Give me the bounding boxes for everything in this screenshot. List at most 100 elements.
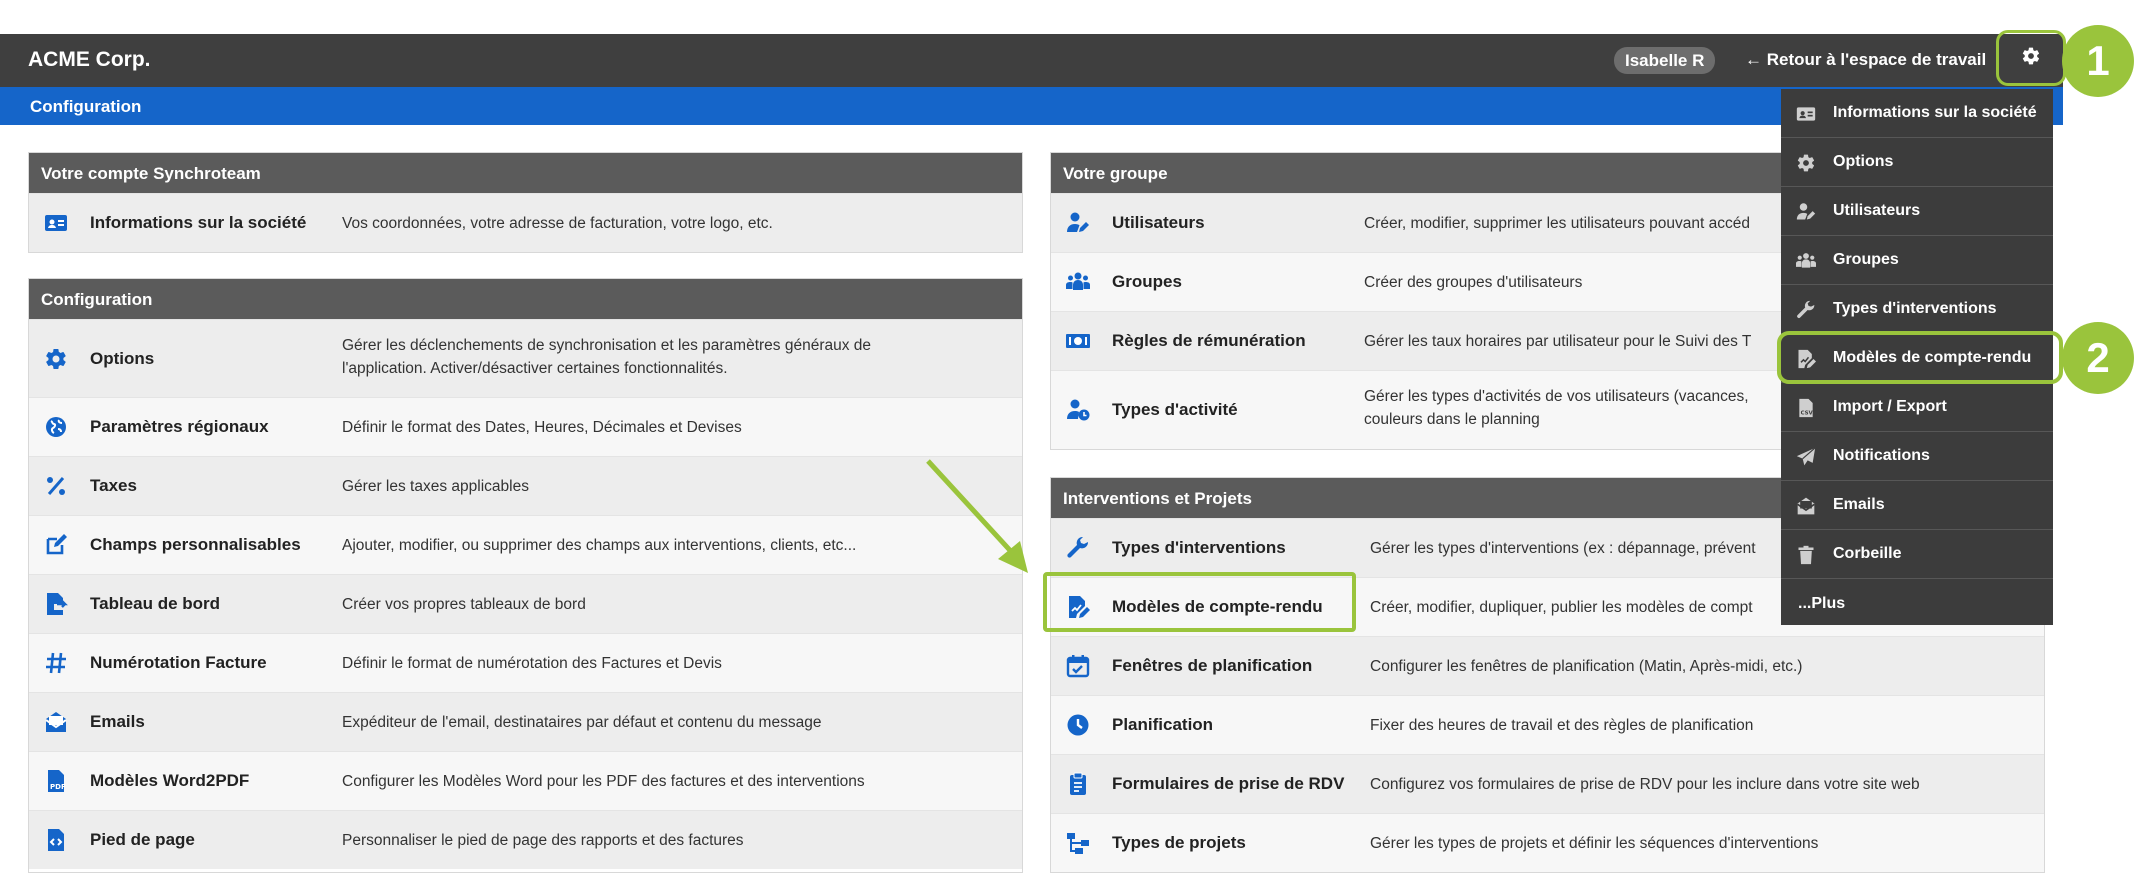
dashboard-icon (43, 591, 69, 617)
list-item-name: Types d'interventions (1112, 538, 1286, 557)
list-item-emails[interactable]: Emails Expéditeur de l'email, destinatai… (29, 692, 1022, 751)
menu-item-label: Import / Export (1833, 398, 1947, 415)
list-item-desc: Ajouter, modifier, ou supprimer des cham… (342, 536, 857, 554)
annotation-arrow-icon (926, 459, 1028, 573)
list-item-project-types[interactable]: Types de projets Gérer les types de proj… (1051, 813, 2044, 872)
list-item-desc: Définir le format de numérotation des Fa… (342, 654, 722, 672)
list-item-desc: Gérer les types de projets et définir le… (1370, 834, 1819, 852)
trash-icon (1796, 545, 1816, 565)
list-item-footer[interactable]: Pied de page Personnaliser le pied de pa… (29, 810, 1022, 869)
list-item-word2pdf[interactable]: PDF Modèles Word2PDF Configurer les Modè… (29, 751, 1022, 810)
top-bar: ACME Corp. Isabelle R ← Retour à l'espac… (0, 30, 2066, 87)
list-item-desc: Configurer les fenêtres de planification… (1370, 657, 1803, 675)
list-item-name: Tableau de bord (90, 594, 221, 613)
menu-item-import-export[interactable]: CSV Import / Export (1781, 383, 2053, 432)
id-card-icon (43, 210, 69, 236)
menu-item-intervention-types[interactable]: Types d'interventions (1781, 285, 2053, 334)
menu-item-groups[interactable]: Groupes (1781, 236, 2053, 285)
email-icon (43, 709, 69, 735)
list-item-options[interactable]: Options Gérer les déclenchements de sync… (29, 319, 1022, 397)
sitemap-icon (1065, 830, 1091, 856)
list-item-appointment-forms[interactable]: Formulaires de prise de RDV Configurez v… (1051, 754, 2044, 813)
menu-item-company-info[interactable]: Informations sur la société (1781, 89, 2053, 138)
percent-icon (43, 473, 69, 499)
list-item-company-info[interactable]: Informations sur la société Vos coordonn… (29, 193, 1022, 252)
clipboard-icon (1065, 771, 1091, 797)
list-item-name: Formulaires de prise de RDV (1112, 774, 1345, 793)
list-item-taxes[interactable]: Taxes Gérer les taxes applicables (29, 456, 1022, 515)
list-item-name: Emails (90, 712, 145, 731)
menu-item-options[interactable]: Options (1781, 138, 2053, 187)
list-item-scheduling-windows[interactable]: Fenêtres de planification Configurer les… (1051, 636, 2044, 695)
list-item-desc: Définir le format des Dates, Heures, Déc… (342, 418, 742, 436)
wrench-icon (1796, 300, 1816, 320)
list-item-desc: Configurer les Modèles Word pour les PDF… (342, 772, 865, 790)
calendar-icon (1065, 653, 1091, 679)
gear-icon (43, 346, 69, 372)
users-icon (1796, 251, 1816, 271)
menu-item-label: ...Plus (1798, 594, 1846, 612)
highlight-menu-report-templates (1777, 331, 2063, 384)
list-item-custom-fields[interactable]: Champs personnalisables Ajouter, modifie… (29, 515, 1022, 574)
gear-icon (2021, 46, 2041, 71)
user-badge[interactable]: Isabelle R (1614, 47, 1716, 74)
list-item-desc: Créer, modifier, supprimer les utilisate… (1364, 214, 1750, 232)
hash-icon (43, 650, 69, 676)
users-icon (1065, 269, 1091, 295)
settings-button[interactable] (1996, 30, 2066, 86)
step-2-callout: 2 (2062, 322, 2134, 394)
id-card-icon (1796, 104, 1816, 124)
list-item-name: Champs personnalisables (90, 535, 301, 554)
svg-text:CSV: CSV (1801, 411, 1814, 417)
list-item-name: Types de projets (1112, 833, 1246, 852)
menu-item-emails[interactable]: Emails (1781, 481, 2053, 530)
email-icon (1796, 496, 1816, 516)
user-edit-icon (1796, 202, 1816, 222)
list-item-desc-line2: l'application. Activer/désactiver certai… (342, 360, 728, 377)
list-item-dashboard[interactable]: Tableau de bord Créer vos propres tablea… (29, 574, 1022, 633)
menu-item-users[interactable]: Utilisateurs (1781, 187, 2053, 236)
list-item-desc: Expéditeur de l'email, destinataires par… (342, 713, 822, 731)
list-item-name: Options (90, 348, 155, 368)
back-to-workspace-link[interactable]: ← Retour à l'espace de travail (1745, 50, 1986, 70)
list-item-name: Planification (1112, 715, 1214, 734)
list-item-invoice-numbering[interactable]: Numérotation Facture Définir le format d… (29, 633, 1022, 692)
send-icon (1796, 447, 1816, 467)
list-item-desc: Gérer les types d'interventions (ex : dé… (1370, 539, 1756, 557)
user-edit-icon (1065, 210, 1091, 236)
brand-name[interactable]: ACME Corp. (28, 48, 151, 72)
highlight-report-templates (1043, 572, 1356, 632)
list-item-desc: Créer vos propres tableaux de bord (342, 595, 586, 613)
list-item-name: Informations sur la société (90, 213, 307, 232)
menu-item-label: Options (1833, 153, 1894, 170)
panel-account: Votre compte Synchroteam Informations su… (28, 152, 1023, 253)
menu-item-label: Emails (1833, 496, 1885, 513)
list-item-name: Taxes (90, 476, 137, 495)
svg-text:PDF: PDF (50, 783, 66, 791)
money-icon (1065, 328, 1091, 354)
wrench-icon (1065, 535, 1091, 561)
csv-icon: CSV (1796, 398, 1816, 418)
list-item-desc: Configurez vos formulaires de prise de R… (1370, 775, 1920, 793)
gear-icon (1796, 153, 1816, 173)
list-item-name: Règles de rémunération (1112, 331, 1306, 350)
panel-account-title: Votre compte Synchroteam (29, 153, 1022, 193)
panel-configuration: Configuration Options Gérer les déclench… (28, 278, 1023, 873)
edit-icon (43, 532, 69, 558)
list-item-desc: Gérer les taux horaires par utilisateur … (1364, 332, 1752, 350)
list-item-name: Fenêtres de planification (1112, 656, 1313, 675)
clock-icon (1065, 712, 1091, 738)
menu-item-label: Utilisateurs (1833, 202, 1921, 219)
list-item-regional-settings[interactable]: Paramètres régionaux Définir le format d… (29, 397, 1022, 456)
user-clock-icon (1065, 397, 1091, 423)
menu-item-more[interactable]: ...Plus (1781, 579, 2053, 628)
list-item-planning[interactable]: Planification Fixer des heures de travai… (1051, 695, 2044, 754)
menu-item-label: Types d'interventions (1833, 300, 1997, 317)
footer-icon (43, 827, 69, 853)
list-item-name: Paramètres régionaux (90, 417, 269, 436)
menu-item-notifications[interactable]: Notifications (1781, 432, 2053, 481)
globe-icon (43, 414, 69, 440)
menu-item-trash[interactable]: Corbeille (1781, 530, 2053, 579)
list-item-desc: Personnaliser le pied de page des rappor… (342, 831, 744, 849)
list-item-desc: Fixer des heures de travail et des règle… (1370, 716, 1754, 734)
